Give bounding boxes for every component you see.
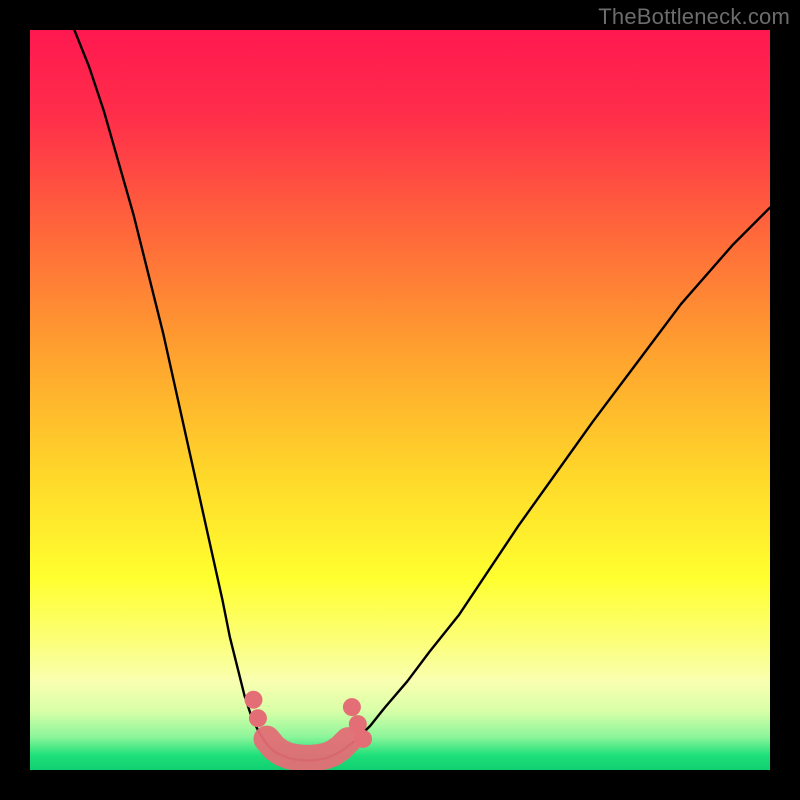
- curve-marker: [354, 730, 372, 748]
- valley-band: [267, 739, 348, 758]
- curve-marker: [249, 709, 267, 727]
- curve-layer: [30, 30, 770, 770]
- plot-area: [30, 30, 770, 770]
- curve-marker: [343, 698, 361, 716]
- curve-marker: [244, 691, 262, 709]
- bottleneck-curve: [74, 30, 770, 760]
- watermark-text: TheBottleneck.com: [598, 4, 790, 30]
- chart-frame: TheBottleneck.com: [0, 0, 800, 800]
